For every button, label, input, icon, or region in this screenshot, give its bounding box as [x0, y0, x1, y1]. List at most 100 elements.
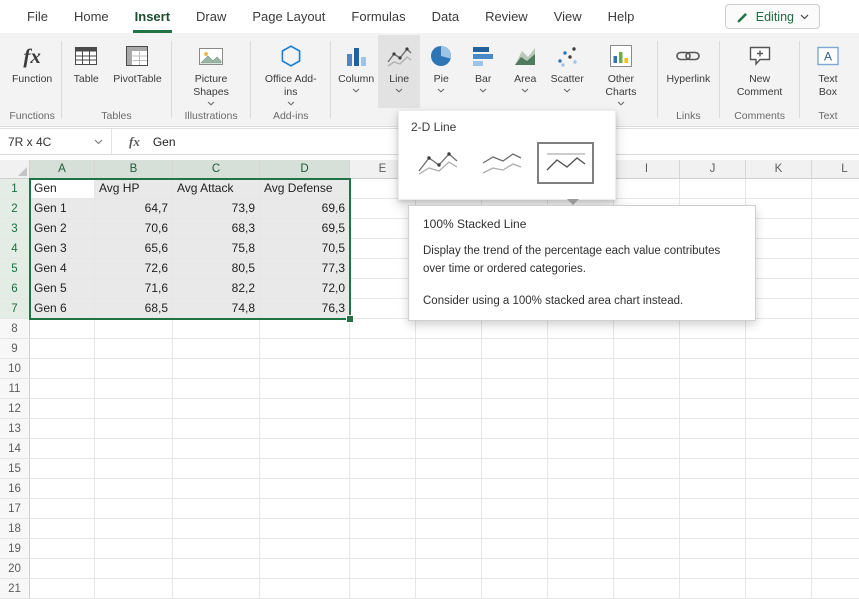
function-button[interactable]: fx Function — [6, 35, 58, 108]
row-header-8[interactable]: 8 — [0, 319, 30, 339]
cell-I18[interactable] — [614, 519, 680, 539]
cell-E12[interactable] — [350, 399, 416, 419]
cell-L1[interactable] — [812, 179, 859, 199]
cell-D17[interactable] — [260, 499, 350, 519]
cell-A19[interactable] — [30, 539, 95, 559]
cell-E19[interactable] — [350, 539, 416, 559]
cell-E15[interactable] — [350, 459, 416, 479]
cell-J13[interactable] — [680, 419, 746, 439]
cell-C15[interactable] — [173, 459, 260, 479]
row-header-18[interactable]: 18 — [0, 519, 30, 539]
cell-J14[interactable] — [680, 439, 746, 459]
cell-D12[interactable] — [260, 399, 350, 419]
cell-D2[interactable]: 69,6 — [260, 199, 350, 219]
menu-tab-data[interactable]: Data — [419, 0, 472, 33]
pie-chart-button[interactable]: Pie — [420, 35, 462, 108]
cell-J21[interactable] — [680, 579, 746, 599]
cell-B14[interactable] — [95, 439, 173, 459]
cell-H9[interactable] — [548, 339, 614, 359]
cell-A6[interactable]: Gen 5 — [30, 279, 95, 299]
cell-K8[interactable] — [746, 319, 812, 339]
cell-C10[interactable] — [173, 359, 260, 379]
cell-H15[interactable] — [548, 459, 614, 479]
cell-G12[interactable] — [482, 399, 548, 419]
cell-D13[interactable] — [260, 419, 350, 439]
menu-tab-file[interactable]: File — [14, 0, 61, 33]
menu-tab-draw[interactable]: Draw — [183, 0, 239, 33]
cell-L7[interactable] — [812, 299, 859, 319]
cell-H12[interactable] — [548, 399, 614, 419]
cell-I11[interactable] — [614, 379, 680, 399]
cell-E18[interactable] — [350, 519, 416, 539]
cell-C7[interactable]: 74,8 — [173, 299, 260, 319]
bar-chart-button[interactable]: Bar — [462, 35, 504, 108]
cell-K1[interactable] — [746, 179, 812, 199]
cell-A13[interactable] — [30, 419, 95, 439]
column-chart-button[interactable]: Column — [334, 35, 378, 108]
cell-J12[interactable] — [680, 399, 746, 419]
row-header-6[interactable]: 6 — [0, 279, 30, 299]
cell-D7[interactable]: 76,3 — [260, 299, 350, 319]
cell-K11[interactable] — [746, 379, 812, 399]
cell-G15[interactable] — [482, 459, 548, 479]
cell-J8[interactable] — [680, 319, 746, 339]
text-box-button[interactable]: A Text Box — [803, 35, 853, 108]
menu-tab-formulas[interactable]: Formulas — [338, 0, 418, 33]
cell-C13[interactable] — [173, 419, 260, 439]
stacked-line-option[interactable] — [473, 142, 530, 184]
cell-L11[interactable] — [812, 379, 859, 399]
formula-input[interactable]: Gen — [153, 135, 176, 149]
cell-B17[interactable] — [95, 499, 173, 519]
cell-C3[interactable]: 68,3 — [173, 219, 260, 239]
column-header-D[interactable]: D — [260, 160, 350, 179]
picture-shapes-button[interactable]: Picture Shapes — [175, 35, 248, 108]
row-header-9[interactable]: 9 — [0, 339, 30, 359]
cell-G14[interactable] — [482, 439, 548, 459]
cell-G20[interactable] — [482, 559, 548, 579]
cell-E2[interactable] — [350, 199, 416, 219]
cell-F15[interactable] — [416, 459, 482, 479]
column-header-I[interactable]: I — [614, 160, 680, 179]
cell-I16[interactable] — [614, 479, 680, 499]
cell-F11[interactable] — [416, 379, 482, 399]
row-header-1[interactable]: 1 — [0, 179, 30, 199]
row-header-17[interactable]: 17 — [0, 499, 30, 519]
cell-C14[interactable] — [173, 439, 260, 459]
cell-D5[interactable]: 77,3 — [260, 259, 350, 279]
cell-F14[interactable] — [416, 439, 482, 459]
cell-B3[interactable]: 70,6 — [95, 219, 173, 239]
cell-D8[interactable] — [260, 319, 350, 339]
cell-D10[interactable] — [260, 359, 350, 379]
cell-B2[interactable]: 64,7 — [95, 199, 173, 219]
cell-F8[interactable] — [416, 319, 482, 339]
cell-J19[interactable] — [680, 539, 746, 559]
cell-H19[interactable] — [548, 539, 614, 559]
cell-D18[interactable] — [260, 519, 350, 539]
cell-E16[interactable] — [350, 479, 416, 499]
cell-J18[interactable] — [680, 519, 746, 539]
cell-D16[interactable] — [260, 479, 350, 499]
cell-K9[interactable] — [746, 339, 812, 359]
row-header-14[interactable]: 14 — [0, 439, 30, 459]
menu-tab-insert[interactable]: Insert — [122, 0, 183, 33]
cell-K18[interactable] — [746, 519, 812, 539]
cell-G18[interactable] — [482, 519, 548, 539]
cell-K20[interactable] — [746, 559, 812, 579]
cell-D14[interactable] — [260, 439, 350, 459]
cell-F18[interactable] — [416, 519, 482, 539]
cell-B11[interactable] — [95, 379, 173, 399]
cell-B18[interactable] — [95, 519, 173, 539]
cell-A7[interactable]: Gen 6 — [30, 299, 95, 319]
cell-A3[interactable]: Gen 2 — [30, 219, 95, 239]
cell-J9[interactable] — [680, 339, 746, 359]
cell-L5[interactable] — [812, 259, 859, 279]
cell-K10[interactable] — [746, 359, 812, 379]
cell-L17[interactable] — [812, 499, 859, 519]
stacked-100-line-option[interactable] — [537, 142, 594, 184]
cell-A9[interactable] — [30, 339, 95, 359]
cell-E10[interactable] — [350, 359, 416, 379]
cell-C1[interactable]: Avg Attack — [173, 179, 260, 199]
cell-I1[interactable] — [614, 179, 680, 199]
cell-G19[interactable] — [482, 539, 548, 559]
cell-C17[interactable] — [173, 499, 260, 519]
